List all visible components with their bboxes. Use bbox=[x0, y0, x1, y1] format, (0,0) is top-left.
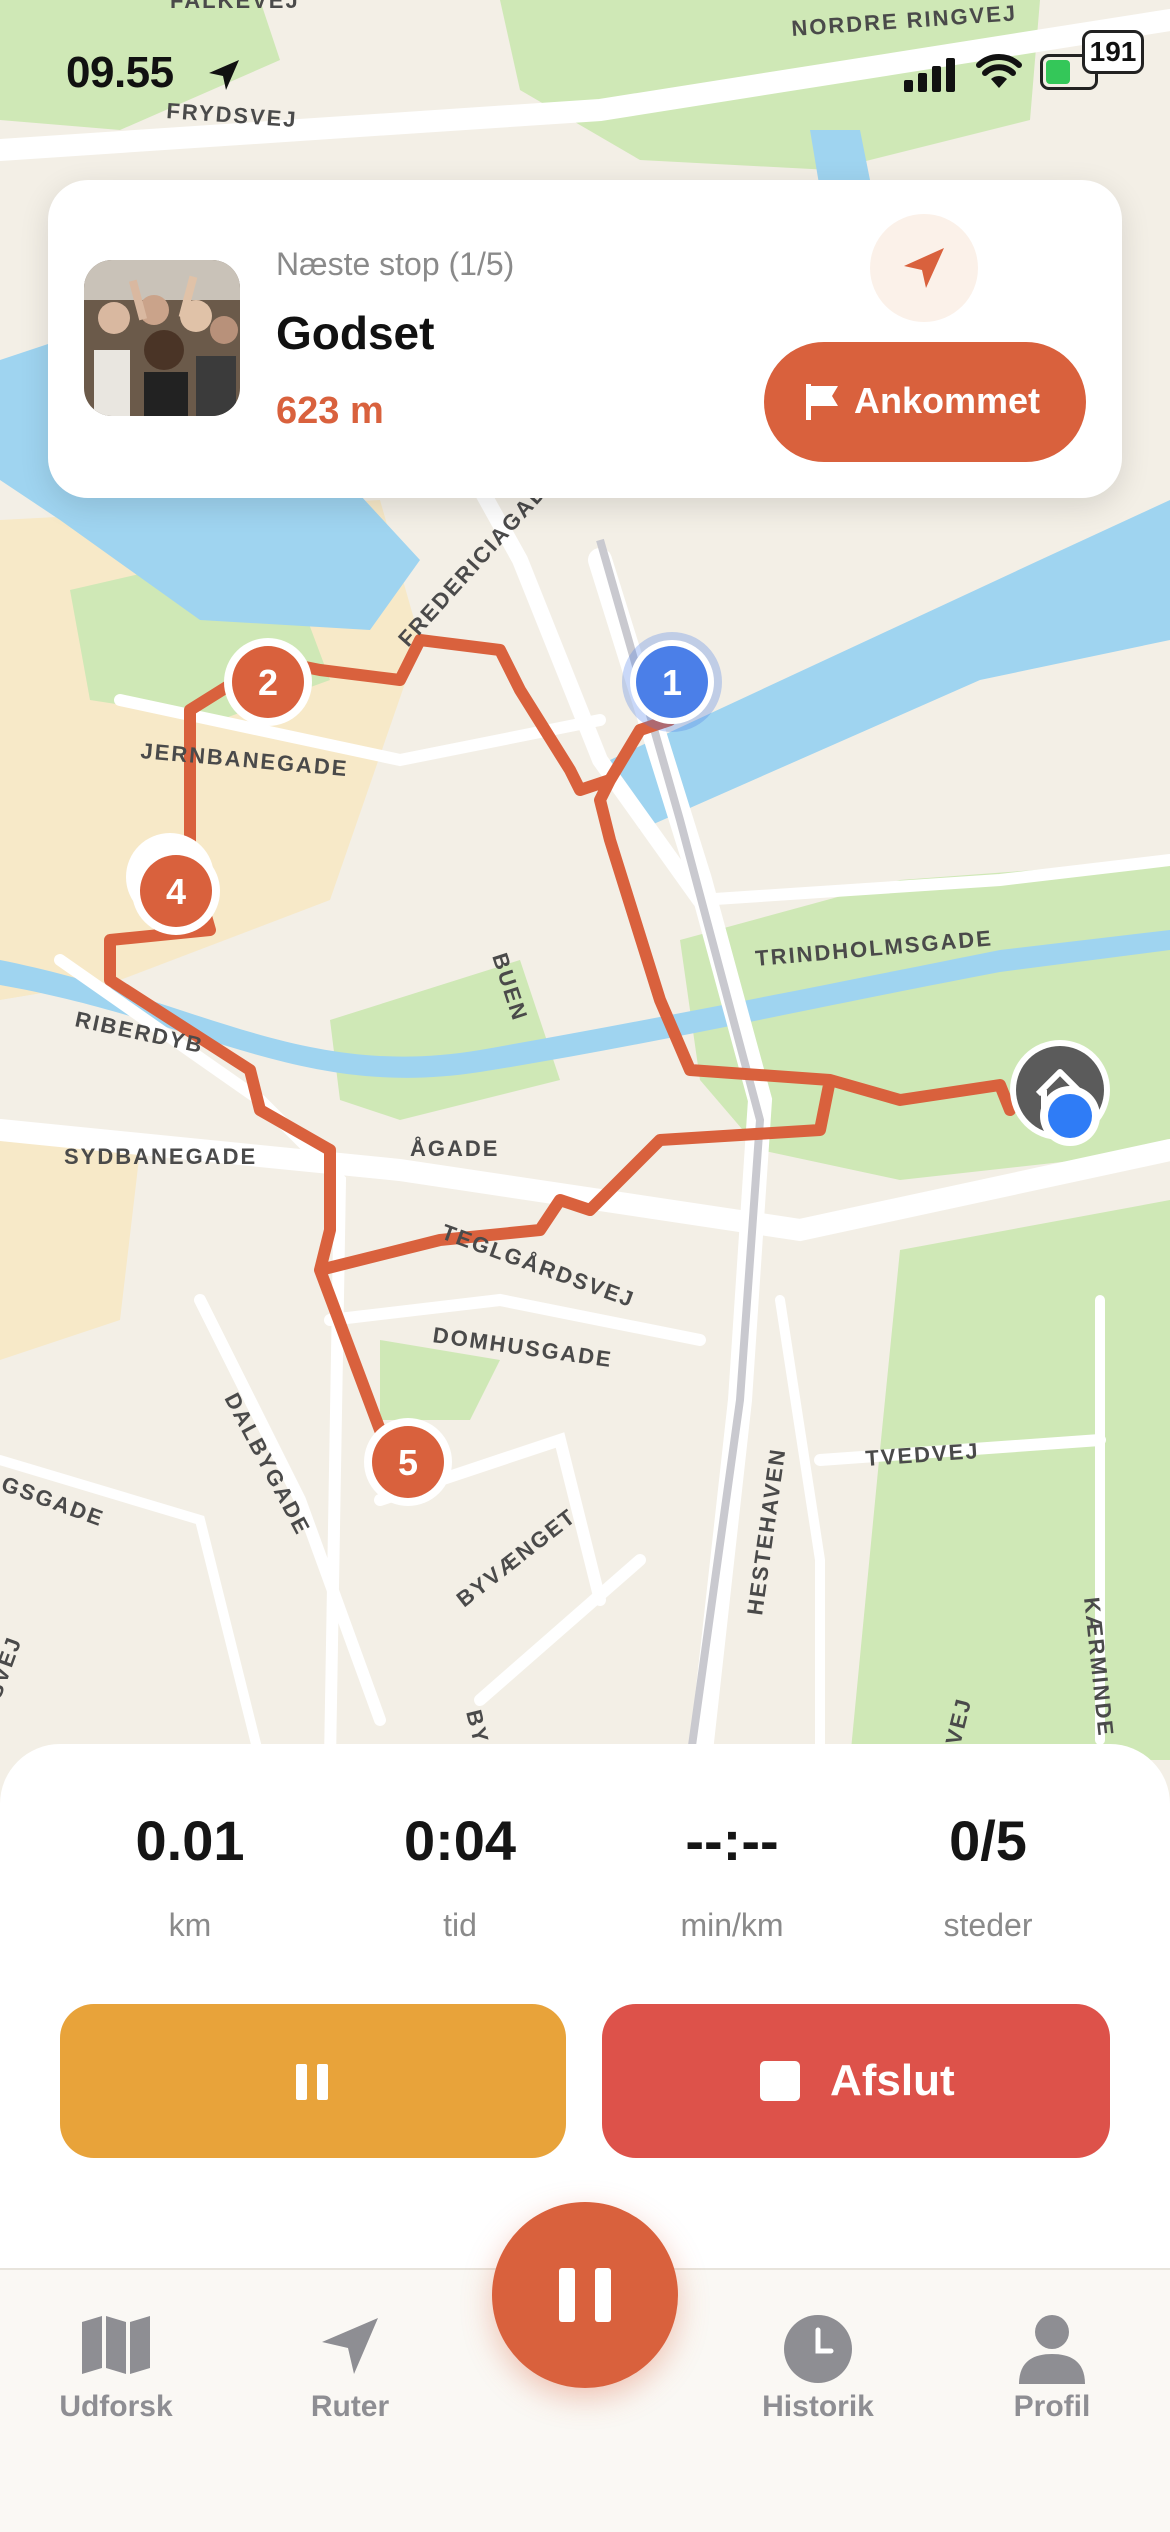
stat-pace-value: --:-- bbox=[685, 1809, 779, 1872]
wifi-icon bbox=[976, 54, 1022, 88]
navigate-button[interactable] bbox=[870, 214, 978, 322]
status-bar: 09.55 191 bbox=[0, 0, 1170, 150]
stat-pace: --:-- min/km bbox=[612, 1808, 852, 1944]
label-sydbanegade: SYDBANEGADE bbox=[64, 1144, 257, 1169]
next-stop-name: Godset bbox=[276, 307, 435, 359]
arrived-button-label: Ankommet bbox=[854, 380, 1041, 421]
user-location-dot bbox=[1040, 1086, 1100, 1146]
stat-distance-unit: km bbox=[168, 1907, 212, 1943]
arrived-button[interactable]: Ankommet bbox=[764, 342, 1086, 462]
pause-button[interactable] bbox=[60, 2004, 566, 2158]
cellular-signal-icon bbox=[904, 58, 955, 92]
marker-stop-5[interactable]: 5 bbox=[364, 1418, 452, 1506]
marker-1-label: 1 bbox=[662, 662, 682, 703]
next-stop-label: Næste stop (1/5) bbox=[276, 246, 515, 282]
crowd-photo bbox=[84, 260, 240, 416]
stats-panel: 0.01 km 0:04 tid --:-- min/km 0/5 steder… bbox=[0, 1744, 1170, 2268]
stat-places-unit: steder bbox=[943, 1907, 1033, 1943]
flag-icon bbox=[806, 384, 838, 420]
marker-2-label: 2 bbox=[258, 662, 278, 703]
label-aagade: ÅGADE bbox=[410, 1135, 499, 1161]
person-icon bbox=[1019, 2315, 1085, 2384]
stat-time-unit: tid bbox=[443, 1907, 477, 1943]
park-south-east bbox=[850, 1200, 1170, 1760]
next-stop-distance: 623 m bbox=[276, 390, 384, 432]
marker-5-label: 5 bbox=[398, 1442, 418, 1483]
marker-stop-2[interactable]: 2 bbox=[224, 638, 312, 726]
clock-icon bbox=[784, 2315, 852, 2383]
stat-time: 0:04 tid bbox=[340, 1808, 580, 1944]
stat-distance: 0.01 km bbox=[70, 1808, 310, 1944]
stat-places-value: 0/5 bbox=[949, 1809, 1027, 1872]
tab-profil-label: Profil bbox=[1013, 2390, 1091, 2423]
navigation-arrow-icon bbox=[904, 248, 944, 288]
status-time: 09.55 bbox=[66, 48, 174, 97]
finish-button-label: Afslut bbox=[830, 2056, 955, 2105]
next-stop-card[interactable]: Næste stop (1/5) Godset 623 m Ankommet bbox=[48, 180, 1122, 498]
pause-icon bbox=[559, 2268, 611, 2322]
stat-pace-unit: min/km bbox=[680, 1907, 784, 1943]
battery-level: 191 bbox=[1082, 30, 1144, 74]
stop-thumbnail bbox=[84, 260, 240, 416]
marker-4-label: 4 bbox=[166, 871, 186, 912]
pause-icon bbox=[296, 2064, 328, 2100]
marker-stop-1-current[interactable]: 1 bbox=[622, 632, 722, 732]
finish-button[interactable]: Afslut bbox=[602, 2004, 1110, 2158]
map-icon bbox=[82, 2316, 150, 2374]
tab-udforsk-label: Udforsk bbox=[59, 2390, 173, 2423]
stat-time-value: 0:04 bbox=[403, 1809, 517, 1872]
stop-square-icon bbox=[760, 2061, 800, 2101]
location-arrow-icon bbox=[209, 60, 239, 90]
navigation-arrow-icon bbox=[322, 2318, 378, 2374]
center-pause-button[interactable] bbox=[492, 2202, 678, 2388]
tab-ruter-label: Ruter bbox=[310, 2390, 390, 2423]
tab-historik-label: Historik bbox=[762, 2390, 874, 2423]
stat-distance-value: 0.01 bbox=[135, 1809, 245, 1872]
stat-places: 0/5 steder bbox=[868, 1808, 1108, 1944]
